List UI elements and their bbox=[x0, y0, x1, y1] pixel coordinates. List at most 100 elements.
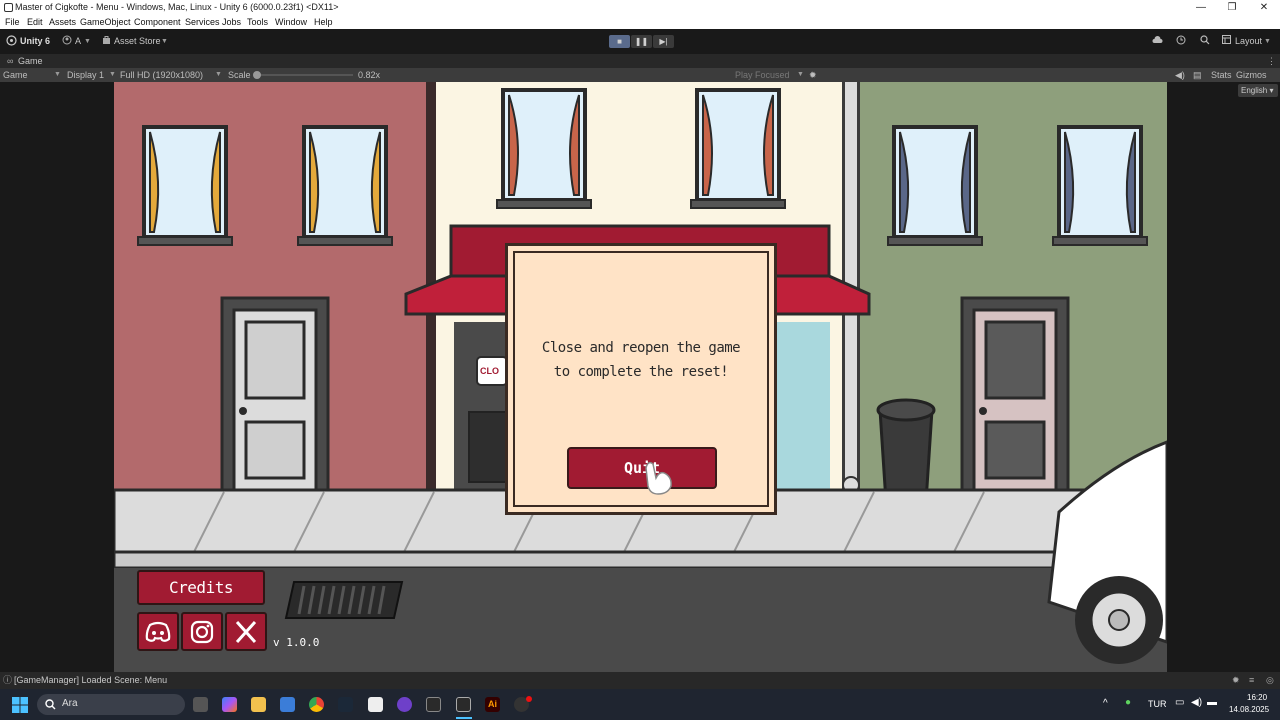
scale-value: 0.82x bbox=[358, 70, 381, 80]
window-left-2 bbox=[297, 125, 393, 246]
maximize-button[interactable]: ❐ bbox=[1216, 0, 1248, 15]
clock-time[interactable]: 16:20 bbox=[1247, 693, 1267, 702]
console-status-bar: ⓘ [GameManager] Loaded Scene: Menu ✹ ≡ ◎ bbox=[0, 672, 1280, 689]
menu-jobs[interactable]: Jobs bbox=[222, 15, 241, 29]
scale-slider-track[interactable] bbox=[257, 74, 353, 76]
account-dropdown[interactable]: A bbox=[75, 35, 81, 48]
step-button[interactable]: ▶| bbox=[653, 35, 674, 48]
language-value: English bbox=[1241, 86, 1268, 95]
steam-icon[interactable] bbox=[338, 697, 353, 712]
resolution-dropdown[interactable]: Full HD (1920x1080) bbox=[120, 68, 203, 82]
window-left-1 bbox=[137, 125, 233, 246]
discord-button[interactable] bbox=[137, 612, 179, 651]
game-view-dropdown[interactable]: Game bbox=[3, 68, 28, 82]
account-icon[interactable] bbox=[62, 35, 72, 48]
display-chevron-icon: ▼ bbox=[109, 71, 116, 78]
microphone-icon[interactable]: ● bbox=[1125, 697, 1131, 708]
window-right-2 bbox=[1052, 125, 1148, 246]
unity-version-label[interactable]: Unity 6 bbox=[20, 35, 50, 48]
play-focused-chevron-icon: ▼ bbox=[797, 71, 804, 78]
minimize-button[interactable]: — bbox=[1185, 0, 1217, 15]
window-title-bar: Master of Cigkofte - Menu - Windows, Mac… bbox=[0, 0, 1280, 15]
battery-icon[interactable]: ▬ bbox=[1207, 697, 1217, 708]
file-explorer-icon[interactable] bbox=[251, 697, 266, 712]
mute-audio-icon[interactable]: ◀) bbox=[1175, 68, 1185, 82]
settings-icon[interactable]: ◎ bbox=[1266, 672, 1274, 689]
menu-assets[interactable]: Assets bbox=[49, 15, 76, 29]
hand-cursor-icon bbox=[645, 461, 672, 495]
credits-button[interactable]: Credits bbox=[137, 570, 265, 605]
window-title: Master of Cigkofte - Menu - Windows, Mac… bbox=[15, 2, 339, 12]
x-logo-icon bbox=[235, 620, 257, 644]
unity-hub-icon[interactable] bbox=[426, 697, 441, 712]
menu-help[interactable]: Help bbox=[314, 15, 333, 29]
asset-store-button[interactable]: Asset Store bbox=[114, 35, 161, 48]
microsoft-store-icon[interactable] bbox=[280, 697, 295, 712]
windows-taskbar: Ara Ai ^ ● TUR ▭ ◀) ▬ 16:20 14.08.2025 bbox=[0, 689, 1280, 720]
dialog-message-line-1: Close and reopen the game bbox=[541, 340, 741, 356]
unity-toolbar: Unity 6 A ▼ Asset Store ▼ ■ ❚❚ ▶| Layout… bbox=[0, 29, 1280, 54]
close-button[interactable]: ✕ bbox=[1248, 0, 1280, 15]
bug-icon[interactable]: ✹ bbox=[809, 68, 817, 82]
gizmos-button[interactable]: Gizmos bbox=[1236, 68, 1267, 82]
tab-menu-icon[interactable]: ⋮ bbox=[1267, 54, 1276, 68]
x-twitter-button[interactable] bbox=[225, 612, 267, 651]
history-icon[interactable] bbox=[1176, 35, 1186, 48]
menu-edit[interactable]: Edit bbox=[27, 15, 43, 29]
closed-sign-label: CLO bbox=[480, 366, 499, 376]
game-tab-bar: ∞ Game ⋮ bbox=[0, 54, 1280, 68]
clock-date[interactable]: 14.08.2025 bbox=[1229, 705, 1269, 714]
bug-report-icon[interactable]: ✹ bbox=[1232, 672, 1240, 689]
menu-gameobject[interactable]: GameObject bbox=[80, 15, 131, 29]
windows-start-icon[interactable] bbox=[12, 697, 28, 713]
menu-component[interactable]: Component bbox=[134, 15, 181, 29]
asset-store-chevron-icon: ▼ bbox=[161, 38, 168, 45]
stack-icon[interactable]: ≡ bbox=[1249, 672, 1254, 689]
play-button[interactable]: ■ bbox=[609, 35, 630, 48]
unity-editor-icon[interactable] bbox=[456, 697, 471, 712]
console-message[interactable]: [GameManager] Loaded Scene: Menu bbox=[14, 672, 167, 689]
github-desktop-icon[interactable] bbox=[397, 697, 412, 712]
menu-tools[interactable]: Tools bbox=[247, 15, 268, 29]
unity-app-icon bbox=[4, 3, 13, 12]
network-icon[interactable]: ▭ bbox=[1175, 697, 1184, 708]
menu-file[interactable]: File bbox=[5, 15, 20, 29]
window-mid-1 bbox=[496, 88, 592, 209]
stats-button[interactable]: Stats bbox=[1211, 68, 1232, 82]
window-right-1 bbox=[887, 125, 983, 246]
game-view-chevron-icon: ▼ bbox=[54, 71, 61, 78]
window-mid-2 bbox=[690, 88, 786, 209]
scale-label: Scale bbox=[228, 70, 251, 80]
volume-icon[interactable]: ◀) bbox=[1191, 697, 1202, 708]
tray-expand-icon[interactable]: ^ bbox=[1103, 698, 1108, 709]
menu-services[interactable]: Services bbox=[185, 15, 220, 29]
game-controller-icon: ∞ bbox=[7, 56, 14, 66]
copilot-icon[interactable] bbox=[222, 697, 237, 712]
layout-icon bbox=[1222, 35, 1231, 48]
active-app-indicator bbox=[456, 717, 472, 719]
tab-game[interactable]: Game bbox=[18, 54, 43, 68]
app-icon[interactable] bbox=[368, 697, 383, 712]
taskbar-search-box[interactable]: Ara bbox=[37, 694, 185, 715]
chrome-icon[interactable] bbox=[309, 697, 324, 712]
display-dropdown[interactable]: Display 1 bbox=[67, 68, 104, 82]
illustrator-icon[interactable]: Ai bbox=[485, 697, 500, 712]
stats-icon: ▤ bbox=[1193, 70, 1202, 80]
language-dropdown[interactable]: English ▾ bbox=[1238, 84, 1278, 97]
play-focused-dropdown[interactable]: Play Focused bbox=[735, 68, 790, 82]
account-chevron-icon: ▼ bbox=[84, 38, 91, 45]
cloud-icon[interactable] bbox=[1152, 35, 1163, 48]
instagram-button[interactable] bbox=[181, 612, 223, 651]
task-view-icon[interactable] bbox=[193, 697, 208, 712]
layout-dropdown[interactable]: Layout bbox=[1235, 35, 1262, 48]
pause-button[interactable]: ❚❚ bbox=[631, 35, 652, 48]
search-icon[interactable] bbox=[1200, 35, 1210, 48]
scale-slider-handle[interactable] bbox=[253, 71, 261, 79]
dialog-message: Close and reopen the game to complete th… bbox=[508, 336, 774, 384]
notification-badge bbox=[526, 696, 532, 702]
version-label: v 1.0.0 bbox=[273, 636, 320, 649]
discord-icon bbox=[145, 621, 171, 642]
menu-window[interactable]: Window bbox=[275, 15, 307, 29]
input-language[interactable]: TUR bbox=[1148, 699, 1167, 709]
dialog-message-line-2: to complete the reset! bbox=[553, 364, 729, 380]
